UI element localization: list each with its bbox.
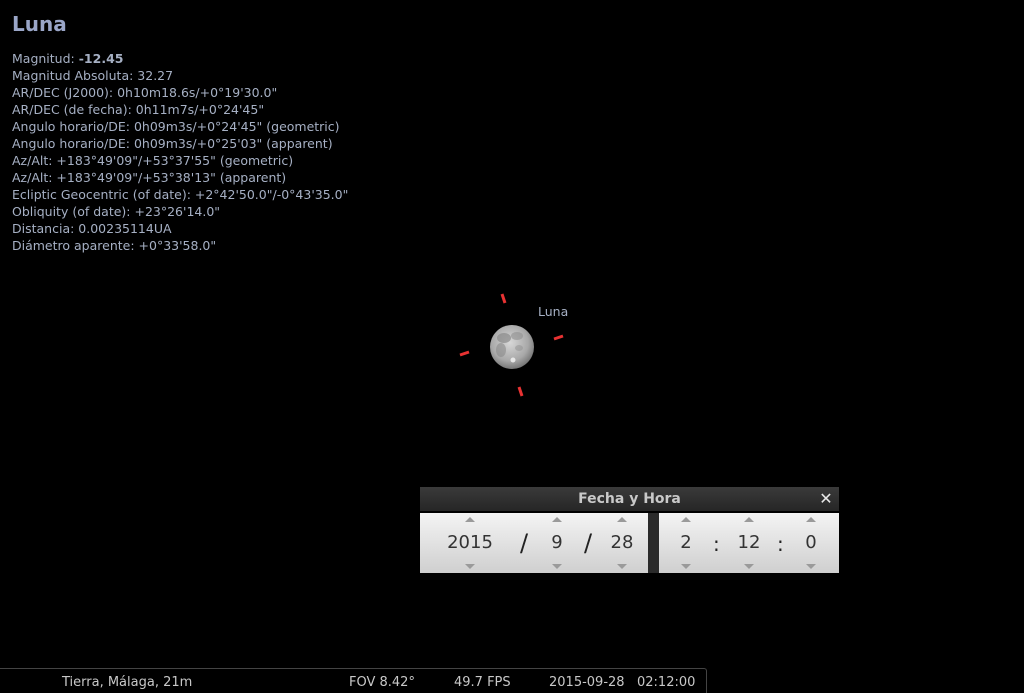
moon-object[interactable] [489,324,535,370]
time-separator-1: : [713,532,720,556]
selection-marker-bottom [517,386,524,397]
status-time: 02:12:00 [637,675,696,690]
info-az-alt-geometric: Az/Alt: +183°49'09"/+53°37'55" (geometri… [12,153,294,168]
info-hour-angle-apparent: Angulo horario/DE: 0h09m3s/+0°25'03" (ap… [12,136,333,151]
selection-marker-right [553,334,564,341]
second-up-arrow-icon[interactable] [806,517,816,522]
close-icon[interactable]: ✕ [817,490,835,508]
time-panel: 2 : 12 : 0 [659,513,839,573]
info-absolute-magnitude: Magnitud Absoluta: 32.27 [12,68,174,83]
datetime-dialog-title: Fecha y Hora [578,491,681,507]
selection-marker-top [500,293,507,304]
time-separator-2: : [777,532,784,556]
hour-spinner[interactable]: 2 [671,513,701,573]
info-ra-dec-of-date: AR/DEC (de fecha): 0h11m7s/+0°24'45" [12,102,265,117]
day-value[interactable]: 28 [604,532,640,554]
month-spinner[interactable]: 9 [542,513,572,573]
info-magnitude: Magnitud: -12.45 [12,50,348,67]
hour-down-arrow-icon[interactable] [681,564,691,569]
magnitude-label: Magnitud: [12,51,75,66]
status-fov: FOV 8.42° [349,675,415,690]
month-down-arrow-icon[interactable] [552,564,562,569]
date-separator-1: / [520,529,529,557]
second-spinner[interactable]: 0 [797,513,825,573]
info-distance: Distancia: 0.00235114UA [12,221,172,236]
info-ecliptic-geocentric: Ecliptic Geocentric (of date): +2°42'50.… [12,187,349,202]
hour-value[interactable]: 2 [671,532,701,554]
day-down-arrow-icon[interactable] [617,564,627,569]
date-time-divider [648,513,659,573]
info-apparent-diameter: Diámetro aparente: +0°33'58.0" [12,238,217,253]
object-info-panel: Luna Magnitud: -12.45 Magnitud Absoluta:… [12,10,348,254]
year-value[interactable]: 2015 [440,532,500,554]
month-value[interactable]: 9 [542,532,572,554]
magnitude-value: -12.45 [78,51,124,66]
status-fps: 49.7 FPS [454,675,511,690]
moon-sky-label: Luna [538,304,569,319]
minute-down-arrow-icon[interactable] [744,564,754,569]
datetime-dialog-titlebar[interactable]: Fecha y Hora ✕ [420,487,839,511]
object-name-title: Luna [12,12,67,36]
hour-up-arrow-icon[interactable] [681,517,691,522]
year-spinner[interactable]: 2015 [440,513,500,573]
datetime-dialog: Fecha y Hora ✕ 2015 / 9 / 28 2: 12: 0 [420,487,839,573]
info-obliquity: Obliquity (of date): +23°26'14.0" [12,204,221,219]
info-hour-angle-geometric: Angulo horario/DE: 0h09m3s/+0°24'45" (ge… [12,119,340,134]
minute-spinner[interactable]: 12 [733,513,765,573]
info-az-alt-apparent: Az/Alt: +183°49'09"/+53°38'13" (apparent… [12,170,287,185]
minute-value[interactable]: 12 [733,532,765,554]
minute-up-arrow-icon[interactable] [744,517,754,522]
day-up-arrow-icon[interactable] [617,517,627,522]
selection-marker-left [459,350,470,357]
status-location: Tierra, Málaga, 21m [62,675,193,690]
year-up-arrow-icon[interactable] [465,517,475,522]
date-panel: 2015 / 9 / 28 [420,513,648,573]
info-ra-dec-j2000: AR/DEC (J2000): 0h10m18.6s/+0°19'30.0" [12,85,278,100]
second-down-arrow-icon[interactable] [806,564,816,569]
status-date: 2015-09-28 [549,675,625,690]
status-bar: Tierra, Málaga, 21m FOV 8.42° 49.7 FPS 2… [0,668,707,693]
second-value[interactable]: 0 [797,532,825,554]
datetime-dialog-body: 2015 / 9 / 28 2 : 12: 0 [420,513,839,573]
month-up-arrow-icon[interactable] [552,517,562,522]
year-down-arrow-icon[interactable] [465,564,475,569]
day-spinner[interactable]: 28 [604,513,640,573]
date-separator-2: / [584,529,593,557]
